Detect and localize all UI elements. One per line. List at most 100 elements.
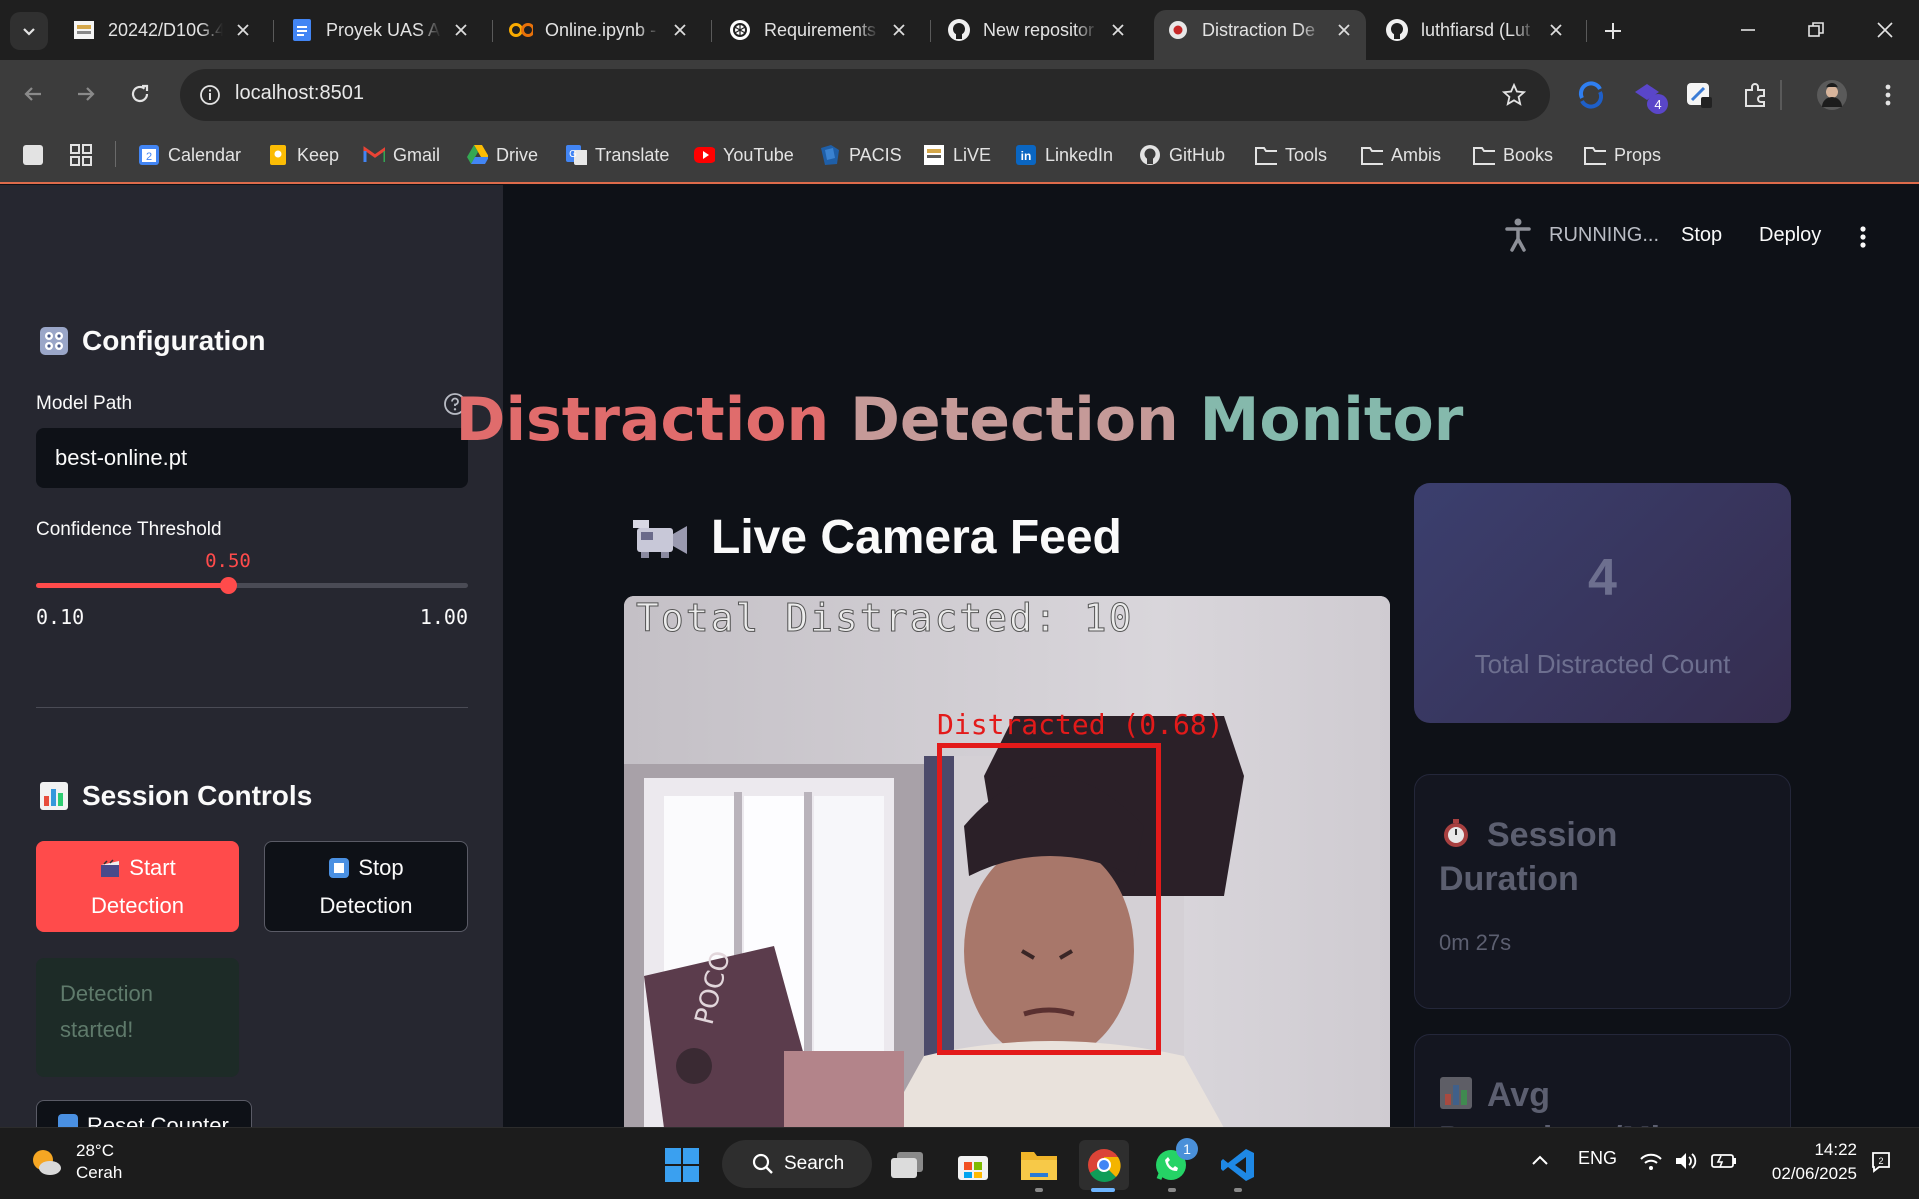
youtube-icon bbox=[693, 144, 715, 166]
bookmark-drive[interactable]: Drive bbox=[466, 138, 538, 172]
extensions-puzzle-icon[interactable] bbox=[1737, 78, 1773, 112]
reset-counter-button[interactable]: Reset Counter bbox=[36, 1100, 252, 1127]
bar-chart-icon bbox=[1440, 1077, 1472, 1109]
file-explorer-button[interactable] bbox=[1014, 1140, 1064, 1190]
tab-docs[interactable]: Proyek UAS AI bbox=[278, 10, 483, 50]
grid-icon[interactable] bbox=[69, 138, 93, 172]
search-label: Search bbox=[784, 1153, 845, 1174]
close-icon[interactable] bbox=[670, 20, 690, 40]
tab-title: Online.ipynb - bbox=[545, 19, 657, 40]
bookmark-youtube[interactable]: YouTube bbox=[693, 138, 794, 172]
address-bar[interactable]: localhost:8501 bbox=[180, 69, 1550, 121]
svg-text:in: in bbox=[1021, 149, 1032, 163]
forward-button[interactable] bbox=[66, 74, 106, 114]
close-icon[interactable] bbox=[451, 20, 471, 40]
weather-widget[interactable]: 28°C Cerah bbox=[28, 1140, 122, 1184]
tab-separator bbox=[492, 20, 493, 42]
close-icon[interactable] bbox=[233, 20, 253, 40]
folder-icon bbox=[1255, 144, 1277, 166]
notifications-icon[interactable]: 2 bbox=[1867, 1148, 1895, 1176]
microsoft-store-button[interactable] bbox=[948, 1140, 998, 1190]
bookmark-github[interactable]: GitHub bbox=[1139, 138, 1225, 172]
tab-github-profile[interactable]: luthfiarsd (Lut bbox=[1373, 10, 1578, 50]
wifi-icon[interactable] bbox=[1638, 1148, 1664, 1174]
reload-button[interactable] bbox=[120, 74, 160, 114]
windows-logo-icon bbox=[665, 1148, 699, 1182]
bookmark-label: GitHub bbox=[1169, 144, 1226, 165]
tab-search-button[interactable] bbox=[10, 12, 48, 50]
close-window-button[interactable] bbox=[1862, 12, 1908, 48]
bookmark-folder-props[interactable]: Props bbox=[1584, 138, 1661, 172]
extension-badge: 4 bbox=[1648, 94, 1668, 114]
bookmark-label: Tools bbox=[1285, 144, 1328, 165]
browser-menu-icon[interactable] bbox=[1870, 78, 1906, 112]
tab-github-new-repo[interactable]: New repositor bbox=[935, 10, 1140, 50]
close-icon[interactable] bbox=[889, 20, 909, 40]
new-tab-button[interactable] bbox=[1596, 14, 1630, 48]
system-clock[interactable]: 14:22 02/06/2025 bbox=[1757, 1138, 1857, 1186]
extension-sync-icon[interactable] bbox=[1573, 78, 1609, 112]
confidence-slider[interactable] bbox=[36, 577, 468, 594]
input-language[interactable]: ENG bbox=[1578, 1148, 1617, 1169]
slider-fill bbox=[36, 583, 228, 588]
minimize-icon bbox=[1741, 29, 1755, 31]
bookmark-pacis[interactable]: PACIS bbox=[819, 138, 902, 172]
bookmark-calendar[interactable]: 2 Calendar bbox=[138, 138, 241, 172]
start-detection-button[interactable]: Start Detection bbox=[36, 841, 239, 932]
bookmark-apps-icon[interactable] bbox=[22, 138, 44, 172]
bookmark-translate[interactable]: G Translate bbox=[565, 138, 669, 172]
restore-button[interactable] bbox=[1793, 12, 1839, 48]
deploy-button[interactable]: Deploy bbox=[1759, 224, 1821, 247]
bookmark-linkedin[interactable]: in LinkedIn bbox=[1015, 138, 1113, 172]
bookmark-folder-tools[interactable]: Tools bbox=[1255, 138, 1327, 172]
stop-run-button[interactable]: Stop bbox=[1681, 224, 1722, 247]
app-menu-icon[interactable] bbox=[1853, 220, 1873, 254]
volume-icon[interactable] bbox=[1673, 1148, 1699, 1174]
close-icon[interactable] bbox=[1546, 20, 1566, 40]
tab-separator bbox=[1586, 20, 1587, 42]
site-info-icon[interactable] bbox=[194, 79, 226, 111]
chrome-button[interactable] bbox=[1079, 1140, 1129, 1190]
extension-editor-icon[interactable] bbox=[1681, 78, 1717, 112]
app-sidebar: Configuration Model Path best-online.pt … bbox=[0, 185, 503, 1127]
tab-openai[interactable]: Requirements bbox=[716, 10, 921, 50]
task-view-button[interactable] bbox=[882, 1140, 932, 1190]
close-icon[interactable] bbox=[1334, 20, 1354, 40]
stop-label-1: Stop bbox=[358, 854, 404, 880]
session-title-2: Duration bbox=[1439, 860, 1579, 898]
tab-university[interactable]: 20242/D10G.4 bbox=[60, 10, 265, 50]
session-duration-card: Session Duration 0m 27s bbox=[1414, 774, 1791, 1009]
session-controls-heading: Session Controls bbox=[38, 780, 312, 812]
tab-title: Requirements bbox=[764, 19, 877, 40]
tray-overflow-icon[interactable] bbox=[1528, 1148, 1552, 1172]
stop-detection-button[interactable]: Stop Detection bbox=[264, 841, 468, 932]
bookmark-star-icon[interactable] bbox=[1500, 81, 1528, 109]
url-text[interactable]: localhost:8501 bbox=[235, 82, 364, 105]
bookmark-keep[interactable]: Keep bbox=[267, 138, 339, 172]
session-duration-title: Session Duration bbox=[1439, 813, 1617, 901]
bookmark-label: Calendar bbox=[168, 144, 242, 165]
start-button[interactable] bbox=[657, 1140, 707, 1190]
back-button[interactable] bbox=[13, 74, 53, 114]
bookmark-folder-books[interactable]: Books bbox=[1473, 138, 1553, 172]
tab-streamlit-active[interactable]: Distraction De bbox=[1154, 10, 1366, 60]
github-icon bbox=[1139, 144, 1161, 166]
profile-avatar[interactable] bbox=[1814, 78, 1850, 112]
bookmark-live[interactable]: LiVE bbox=[923, 138, 991, 172]
bookmark-folder-ambis[interactable]: Ambis bbox=[1361, 138, 1441, 172]
page-title: Distraction Detection Monitor bbox=[0, 385, 1919, 455]
vscode-button[interactable] bbox=[1213, 1140, 1263, 1190]
live-feed-title: Live Camera Feed bbox=[711, 511, 1122, 564]
temperature: 28°C bbox=[76, 1141, 114, 1160]
close-icon[interactable] bbox=[1108, 20, 1128, 40]
detection-bounding-box bbox=[937, 743, 1161, 1055]
battery-icon[interactable] bbox=[1710, 1148, 1738, 1174]
video-camera-icon bbox=[633, 519, 687, 558]
extension-layers-icon[interactable]: 4 bbox=[1630, 78, 1668, 114]
bookmark-gmail[interactable]: Gmail bbox=[363, 138, 440, 172]
whatsapp-button[interactable]: 1 bbox=[1146, 1138, 1198, 1190]
slider-thumb[interactable] bbox=[220, 577, 237, 594]
taskbar-search[interactable]: Search bbox=[722, 1140, 872, 1188]
minimize-button[interactable] bbox=[1725, 12, 1771, 48]
tab-colab[interactable]: Online.ipynb - bbox=[497, 10, 702, 50]
